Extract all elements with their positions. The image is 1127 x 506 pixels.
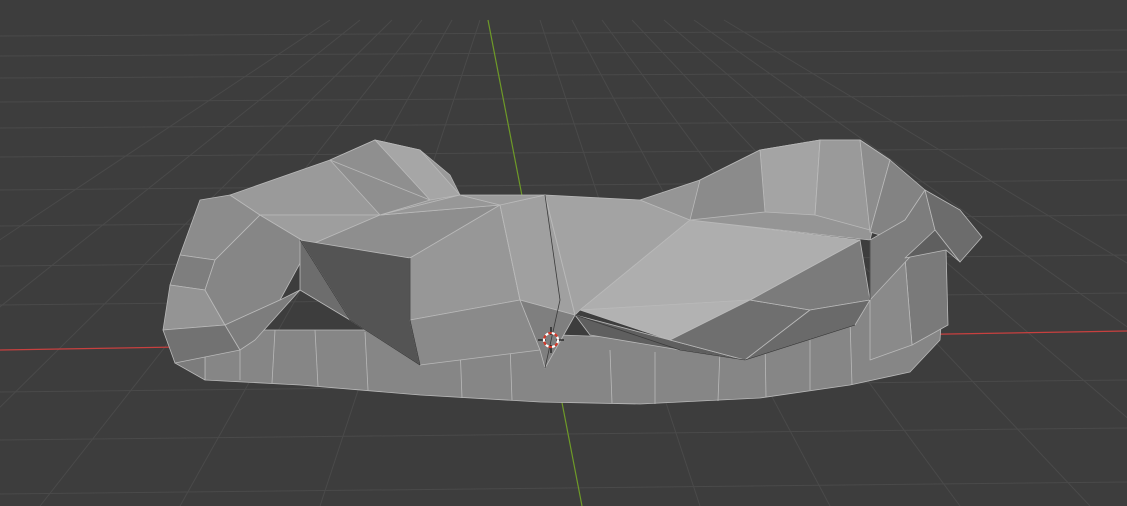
viewport-canvas[interactable]	[0, 0, 1127, 506]
mesh-object[interactable]	[162, 139, 983, 405]
3d-viewport[interactable]	[0, 0, 1127, 506]
